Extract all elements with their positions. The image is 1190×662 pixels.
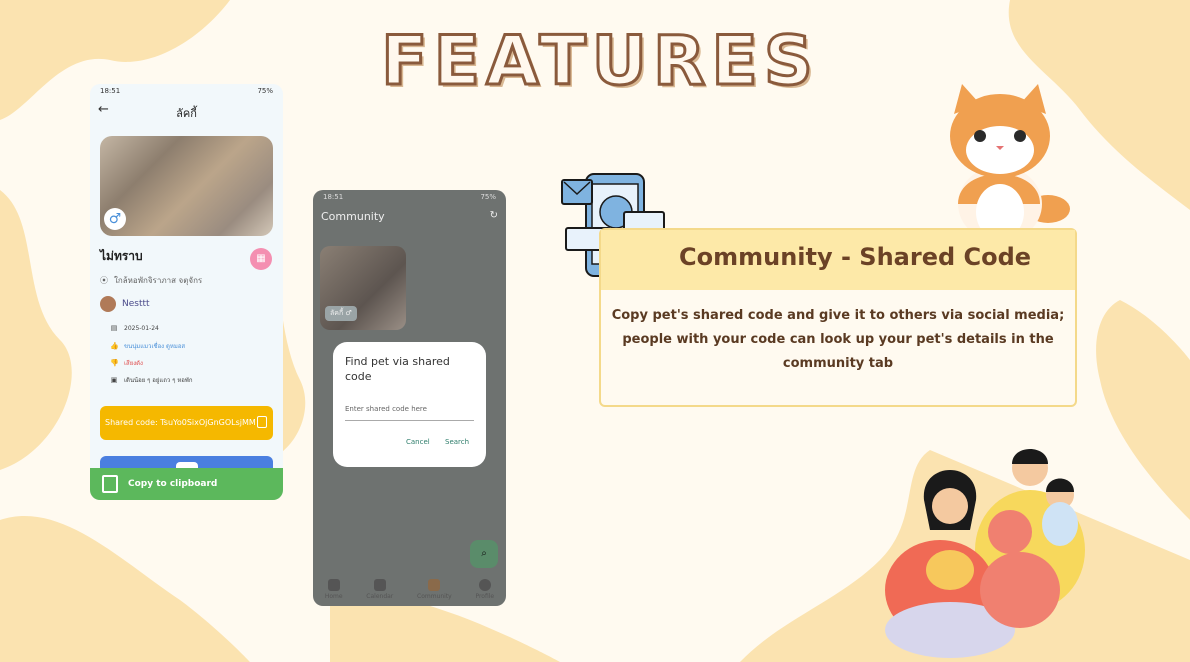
shared-code-input[interactable]: Enter shared code here: [345, 402, 474, 421]
page-title: FEATURES: [380, 21, 819, 103]
feature-description: Copy pet's shared code and give it to ot…: [611, 308, 1065, 371]
search-button[interactable]: Search: [445, 438, 469, 446]
habit-row: ▣ เดินน้อย ๆ อยู่แถว ๆ หอพัก: [110, 375, 193, 385]
cake-icon: ▤: [110, 324, 118, 332]
likes-row: 👍 ขนนุ่มแมวเชื่อง ดูหมอส: [110, 341, 185, 351]
status-bar: 18:51 75%: [90, 84, 283, 98]
feature-card: Community - Shared Code Copy pet's share…: [599, 228, 1077, 407]
feature-title: Community - Shared Code: [679, 243, 1032, 271]
avatar: [100, 296, 116, 312]
thumbs-up-icon: 👍: [110, 342, 119, 350]
nav-profile-label: Profile: [475, 593, 495, 600]
nav-community-label: Community: [417, 593, 452, 600]
birth-date: 2025-01-24: [124, 324, 159, 332]
calendar-icon: [373, 579, 386, 591]
clipboard-toast: Copy to clipboard: [90, 468, 283, 500]
shared-code-bar[interactable]: Shared code: TsuYo0SixOjGnGOLsjMM: [100, 406, 273, 440]
calendar-button[interactable]: ▦: [250, 248, 272, 270]
nav-home-label: Home: [324, 593, 343, 600]
status-bar: 18:51 75%: [313, 190, 506, 204]
family-with-pets-illustration: [885, 449, 1085, 658]
app-header: ← ลัคกี้: [90, 98, 283, 124]
location-text: ใกล้หอพักจิราภาส จตุจักร: [114, 276, 203, 285]
male-icon: ♂: [104, 208, 126, 230]
status-battery: 75%: [480, 193, 496, 201]
header-title: ลัคกี้: [176, 107, 197, 120]
nav-profile[interactable]: Profile: [475, 576, 494, 606]
nav-community[interactable]: Community: [417, 576, 452, 606]
nav-calendar[interactable]: Calendar: [366, 576, 393, 606]
nav-home[interactable]: Home: [325, 576, 343, 606]
bottom-nav: Home Calendar Community Profile: [313, 576, 506, 606]
community-icon: [428, 579, 441, 591]
dislikes-row: 👎 เสียงดัง: [110, 358, 143, 368]
status-battery: 75%: [257, 87, 273, 95]
owner-name: Nesttt: [122, 299, 150, 309]
refresh-icon[interactable]: ↻: [490, 210, 498, 221]
cancel-button[interactable]: Cancel: [406, 438, 430, 446]
community-screen: 18:51 75% Community ↻ ลัคกี้ ♂ Find pet …: [313, 190, 506, 606]
habit-text: เดินน้อย ๆ อยู่แถว ๆ หอพัก: [124, 377, 193, 384]
status-time: 18:51: [100, 87, 121, 95]
pet-name: ไม่ทราบ: [100, 249, 143, 263]
pet-card-label: ลัคกี้ ♂: [325, 306, 357, 321]
thumbs-down-icon: 👎: [110, 359, 119, 367]
find-pet-dialog: Find pet via shared code Enter shared co…: [333, 342, 486, 467]
location-pin-icon: ⦿: [100, 276, 108, 285]
screen-title: Community: [321, 210, 385, 223]
status-time: 18:51: [323, 193, 344, 201]
cat-illustration: [950, 84, 1070, 242]
owner-row[interactable]: Nesttt: [100, 296, 150, 312]
dialog-title: Find pet via shared code: [345, 355, 450, 383]
pet-photo: [100, 136, 273, 236]
copy-icon: [102, 475, 118, 493]
feature-header: Community - Shared Code: [601, 230, 1075, 290]
note-icon: ▣: [110, 376, 118, 384]
pet-detail-screen: 18:51 75% ← ลัคกี้ ♂ ไม่ทราบ ▦ ⦿ ใกล้หอพ…: [90, 84, 283, 500]
shared-code-text: Shared code: TsuYo0SixOjGnGOLsjMM: [105, 418, 256, 427]
copy-icon[interactable]: [257, 416, 267, 428]
nav-calendar-label: Calendar: [366, 593, 394, 600]
profile-icon: [478, 579, 491, 591]
location-row: ⦿ ใกล้หอพักจิราภาส จตุจักร: [100, 274, 202, 287]
search-fab[interactable]: ⌕: [470, 540, 498, 568]
likes-text: ขนนุ่มแมวเชื่อง ดูหมอส: [124, 343, 186, 350]
dislikes-text: เสียงดัง: [124, 360, 143, 367]
home-icon: [327, 579, 340, 591]
toast-text: Copy to clipboard: [128, 479, 218, 489]
birth-row: ▤ 2025-01-24: [110, 324, 159, 332]
